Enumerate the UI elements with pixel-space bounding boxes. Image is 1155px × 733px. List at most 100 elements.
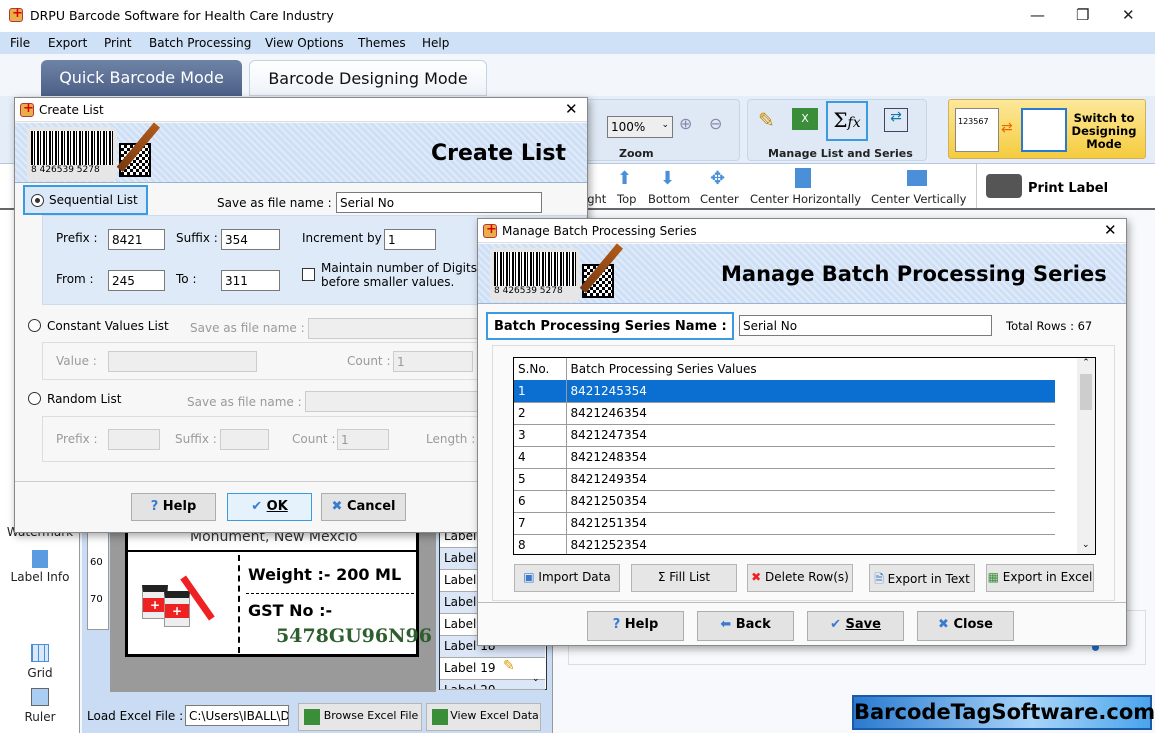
export-excel-button[interactable]: ▦ Export in Excel [986, 564, 1094, 592]
table-row[interactable]: 6 8421250354 [514, 490, 1055, 513]
ok-button[interactable]: ✔ OK [227, 493, 312, 521]
series-name-input[interactable]: Serial No [739, 315, 992, 336]
sequential-label: Sequential List [49, 193, 138, 207]
close-button[interactable]: ✖ Close [917, 611, 1014, 641]
menu-file[interactable]: File [10, 36, 30, 50]
menu-view-options[interactable]: View Options [265, 36, 344, 50]
print-label-button[interactable]: Print Label [984, 168, 1124, 206]
sigma-fx-icon[interactable]: Σfx [826, 101, 868, 141]
scroll-down-icon[interactable]: ⌄ [532, 674, 540, 684]
help-button[interactable]: ? Help [587, 611, 684, 641]
menu-export[interactable]: Export [48, 36, 87, 50]
random-prefix-input[interactable] [108, 429, 160, 450]
cell-sno[interactable]: 8 [514, 534, 567, 554]
cell-value[interactable]: 8421248354 [566, 446, 1055, 469]
sidebar-grid[interactable]: Grid [0, 666, 80, 680]
sequential-radio[interactable] [31, 194, 44, 207]
random-suffix-input[interactable] [220, 429, 269, 450]
align-center-button[interactable]: Center [700, 192, 739, 206]
total-rows: Total Rows : 67 [1006, 319, 1093, 333]
scroll-up-icon[interactable]: ⌃ [1077, 358, 1095, 368]
to-input[interactable]: 311 [221, 270, 280, 291]
menu-print[interactable]: Print [104, 36, 132, 50]
zoom-out-icon[interactable]: ⊖ [709, 114, 722, 133]
table-row[interactable]: 4 8421248354 [514, 446, 1055, 469]
align-bottom-button[interactable]: Bottom [648, 192, 690, 206]
minimize-button[interactable]: — [1030, 6, 1045, 24]
table-row[interactable]: 1 8421245354 [514, 380, 1055, 403]
center-icon: ✥ [710, 168, 726, 189]
table-row[interactable]: 5 8421249354 [514, 468, 1055, 491]
edit-list-icon[interactable]: ✎ [758, 108, 775, 132]
sidebar-ruler[interactable]: Ruler [0, 710, 80, 724]
label-list-item[interactable]: Label 20 [440, 680, 545, 690]
menu-themes[interactable]: Themes [358, 36, 406, 50]
cell-sno[interactable]: 7 [514, 512, 567, 535]
zoom-label: Zoom [619, 147, 654, 160]
restore-button[interactable]: ❐ [1076, 6, 1089, 24]
cell-sno[interactable]: 1 [514, 380, 567, 403]
close-icon[interactable]: ✕ [565, 100, 578, 118]
cell-sno[interactable]: 4 [514, 446, 567, 469]
center-horizontally-button[interactable]: Center Horizontally [750, 192, 861, 206]
random-count-stepper[interactable]: 1 [337, 429, 389, 450]
constant-radio[interactable] [28, 319, 41, 332]
browse-excel-button[interactable]: Browse Excel File [298, 703, 422, 731]
close-button[interactable]: ✕ [1122, 6, 1135, 24]
excel-path-input[interactable]: C:\Users\IBALL\D [185, 705, 289, 726]
delete-rows-button[interactable]: ✖ Delete Row(s) [747, 564, 853, 592]
menu-help[interactable]: Help [422, 36, 449, 50]
cell-value[interactable]: 8421251354 [566, 512, 1055, 535]
table-row[interactable]: 2 8421246354 [514, 402, 1055, 425]
close-icon[interactable]: ✕ [1104, 221, 1117, 239]
sequential-list-option[interactable]: Sequential List [23, 185, 148, 215]
cell-value[interactable]: 8421249354 [566, 468, 1055, 491]
grid-scrollbar[interactable]: ⌃ ⌄ [1077, 358, 1095, 554]
tab-barcode-designing-mode[interactable]: Barcode Designing Mode [249, 60, 487, 96]
table-row[interactable]: 8 8421252354 [514, 534, 1055, 554]
cell-value[interactable]: 8421246354 [566, 402, 1055, 425]
switch-designing-mode-button[interactable]: 123567 ⇄ Switch to Designing Mode [948, 99, 1146, 159]
increment-input[interactable]: 1 [384, 229, 436, 250]
import-data-button[interactable]: ▣ Import Data [514, 564, 620, 592]
sequential-filename-input[interactable]: Serial No [336, 192, 542, 213]
view-excel-button[interactable]: View Excel Data [426, 703, 541, 731]
cell-sno[interactable]: 5 [514, 468, 567, 491]
pencil-icon[interactable]: ✎ [503, 658, 515, 674]
cell-sno[interactable]: 2 [514, 402, 567, 425]
scroll-down-icon[interactable]: ⌄ [1082, 540, 1090, 550]
table-row[interactable]: 3 8421247354 [514, 424, 1055, 447]
cell-sno[interactable]: 6 [514, 490, 567, 513]
swap-arrows-icon[interactable]: ⇄ [884, 108, 908, 132]
scroll-thumb[interactable] [1080, 374, 1092, 410]
cell-sno[interactable]: 3 [514, 424, 567, 447]
excel-import-icon[interactable]: X [792, 108, 818, 130]
cell-value[interactable]: 8421245354 [566, 380, 1055, 403]
cancel-button[interactable]: ✖ Cancel [321, 493, 406, 521]
help-button[interactable]: ? Help [131, 493, 216, 521]
value-input[interactable] [108, 351, 257, 372]
center-vertically-button[interactable]: Center Vertically [871, 192, 966, 206]
label-preview: Monument, New Mexcio + + Weight :- 200 M… [125, 520, 432, 657]
zoom-select[interactable]: 100% ⌄ [607, 116, 673, 138]
cell-value[interactable]: 8421247354 [566, 424, 1055, 447]
zoom-in-icon[interactable]: ⊕ [679, 114, 692, 133]
cell-value[interactable]: 8421252354 [566, 534, 1055, 554]
export-text-button[interactable]: 🗎 Export in Text [869, 564, 975, 592]
menu-batch-processing[interactable]: Batch Processing [149, 36, 251, 50]
constant-count-stepper[interactable]: 1 [393, 351, 473, 372]
table-row[interactable]: 7 8421251354 [514, 512, 1055, 535]
align-top-button[interactable]: Top [617, 192, 636, 206]
save-button[interactable]: ✔ Save [807, 611, 904, 641]
tab-quick-barcode-mode[interactable]: Quick Barcode Mode [41, 60, 242, 96]
back-button[interactable]: ⬅ Back [697, 611, 794, 641]
suffix-input[interactable]: 354 [221, 229, 280, 250]
maintain-digits-checkbox[interactable] [302, 268, 315, 281]
prefix-input[interactable]: 8421 [108, 229, 165, 250]
sidebar-label-info[interactable]: Label Info [0, 570, 80, 584]
fill-list-button[interactable]: Σ Fill List [631, 564, 737, 592]
label-list-item[interactable]: Label 19 [440, 658, 545, 680]
cell-value[interactable]: 8421250354 [566, 490, 1055, 513]
from-input[interactable]: 245 [108, 270, 165, 291]
random-radio[interactable] [28, 392, 41, 405]
